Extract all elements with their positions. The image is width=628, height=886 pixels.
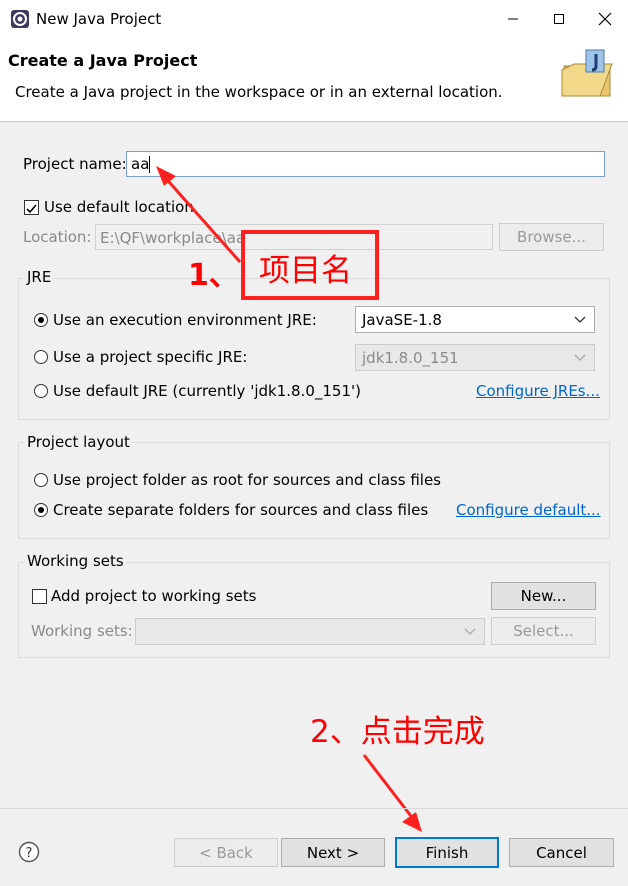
svg-text:?: ?: [26, 846, 33, 861]
next-button[interactable]: Next >: [281, 838, 385, 867]
annotation-arrow-2: [362, 754, 422, 832]
finish-button[interactable]: Finish: [395, 837, 499, 868]
help-icon[interactable]: ?: [18, 841, 40, 863]
cancel-button[interactable]: Cancel: [509, 838, 614, 867]
back-button[interactable]: < Back: [174, 838, 278, 867]
annotation-step2-text: 2、点击完成: [310, 714, 485, 750]
annotation-step1-text: 项目名: [259, 253, 352, 289]
annotation-layer: [156, 166, 422, 832]
footer-separator: [0, 808, 628, 809]
annotation-step1-number: 1、: [188, 258, 239, 293]
annotation-arrow-1: [156, 166, 242, 263]
